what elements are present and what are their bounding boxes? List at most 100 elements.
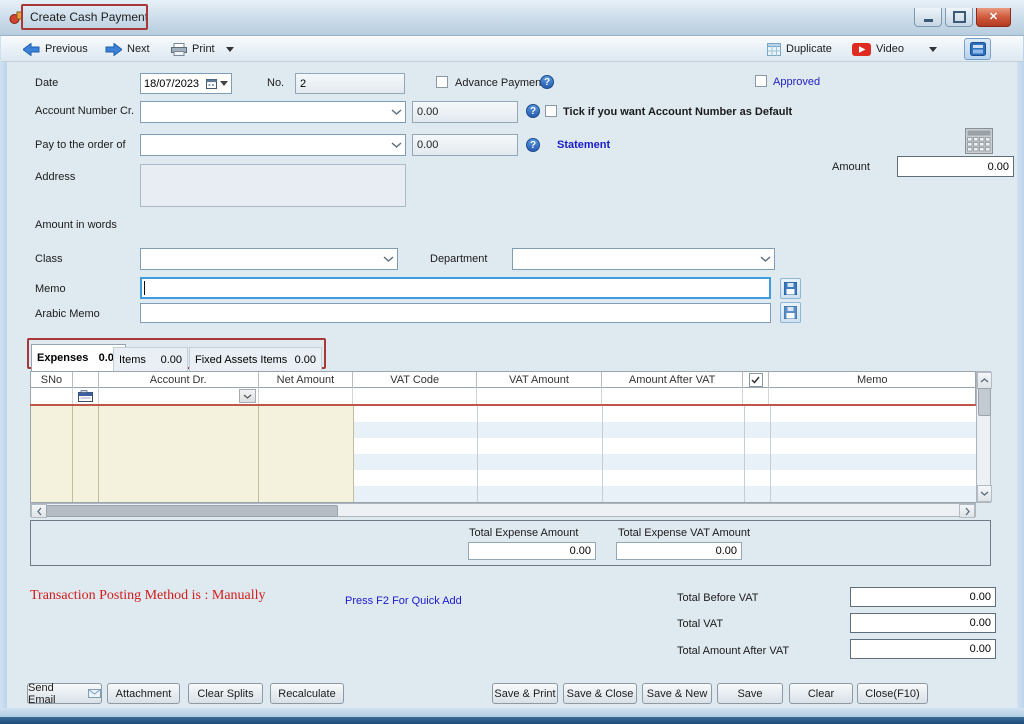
approved-checkbox[interactable]	[755, 75, 767, 87]
total-vat-input[interactable]	[850, 613, 996, 633]
video-dropdown-icon[interactable]	[929, 40, 937, 58]
advance-payment-help-icon[interactable]: ?	[540, 75, 554, 89]
grid-cell[interactable]	[31, 406, 73, 422]
grid-cell[interactable]	[259, 470, 354, 486]
statement-link[interactable]: Statement	[557, 139, 610, 151]
horizontal-scrollbar[interactable]	[30, 503, 976, 517]
grid-cell[interactable]	[99, 486, 259, 502]
account-dropdown-button[interactable]	[239, 389, 256, 403]
grid-cell[interactable]	[602, 388, 744, 404]
grid-cell[interactable]	[603, 486, 745, 502]
next-button[interactable]: Next	[105, 40, 150, 58]
print-dropdown-icon[interactable]	[226, 47, 234, 52]
grid-cell[interactable]	[99, 470, 259, 486]
video-button[interactable]: Video	[852, 40, 904, 58]
tab-expenses[interactable]: Expenses 0.00	[31, 344, 126, 371]
grid-cell[interactable]	[31, 422, 73, 438]
grid-cell[interactable]	[99, 422, 259, 438]
arabic-memo-input[interactable]	[140, 303, 771, 323]
grid-cell[interactable]	[478, 406, 603, 422]
grid-cell[interactable]	[354, 470, 478, 486]
previous-button[interactable]: Previous	[23, 40, 88, 58]
grid-cell[interactable]	[745, 438, 771, 454]
grid-cell[interactable]	[31, 454, 73, 470]
statement-help-icon[interactable]: ?	[526, 138, 540, 152]
advance-payment-checkbox[interactable]	[436, 76, 448, 88]
close-f10-button[interactable]: Close(F10)	[857, 683, 928, 704]
grid-cell[interactable]	[745, 470, 771, 486]
grid-edit-row[interactable]	[30, 388, 976, 404]
minimize-button[interactable]	[914, 8, 942, 27]
grid-cell[interactable]	[771, 454, 977, 470]
grid-cell[interactable]	[771, 438, 977, 454]
grid-cell[interactable]	[603, 454, 745, 470]
grid-cell[interactable]	[31, 438, 73, 454]
grid-cell[interactable]	[73, 470, 99, 486]
account-number-combobox[interactable]	[140, 101, 406, 123]
grid-cell[interactable]	[478, 438, 603, 454]
grid-cell[interactable]	[99, 438, 259, 454]
grid-cell[interactable]	[73, 454, 99, 470]
recalculate-button[interactable]: Recalculate	[270, 683, 344, 704]
grid-cell[interactable]	[354, 438, 478, 454]
no-input[interactable]	[295, 73, 405, 94]
grid-cell[interactable]	[354, 486, 478, 502]
grid-cell[interactable]	[354, 406, 478, 422]
select-all-checkbox[interactable]	[749, 373, 763, 387]
grid-cell[interactable]	[477, 388, 602, 404]
grid-cell[interactable]	[745, 454, 771, 470]
grid-cell[interactable]	[73, 486, 99, 502]
grid-cell[interactable]	[31, 470, 73, 486]
date-dropdown-icon[interactable]	[220, 81, 228, 86]
tab-fixed-assets-items[interactable]: Fixed Assets Items 0.00	[189, 347, 322, 371]
grid-cell[interactable]	[771, 486, 977, 502]
send-email-button[interactable]: Send Email	[27, 683, 102, 704]
total-expense-amount-input[interactable]	[468, 542, 596, 560]
grid-cell[interactable]	[478, 470, 603, 486]
grid-cell[interactable]	[769, 388, 975, 404]
grid-cell[interactable]	[259, 438, 354, 454]
clear-button[interactable]: Clear	[789, 683, 853, 704]
grid-cell[interactable]	[478, 422, 603, 438]
total-expense-vat-input[interactable]	[616, 542, 742, 560]
grid-cell[interactable]	[73, 406, 99, 422]
grid-cell[interactable]	[745, 406, 771, 422]
pay-to-combobox[interactable]	[140, 134, 406, 156]
account-number-help-icon[interactable]: ?	[526, 104, 540, 118]
account-default-checkbox[interactable]	[545, 105, 557, 117]
scrollbar-thumb[interactable]	[978, 388, 991, 416]
class-combobox[interactable]	[140, 248, 398, 270]
grid-cell[interactable]	[743, 388, 769, 404]
grid-cell-account-dr[interactable]	[99, 388, 259, 404]
total-before-vat-input[interactable]	[850, 587, 996, 607]
grid-cell[interactable]	[771, 470, 977, 486]
grid-cell[interactable]	[73, 422, 99, 438]
clear-splits-button[interactable]: Clear Splits	[188, 683, 263, 704]
total-amount-after-vat-input[interactable]	[850, 639, 996, 659]
scrollbar-thumb[interactable]	[46, 505, 338, 517]
vertical-scrollbar[interactable]	[976, 371, 991, 503]
duplicate-button[interactable]: Duplicate	[767, 40, 832, 58]
grid-cell[interactable]	[259, 388, 354, 404]
close-button[interactable]: ✕	[976, 8, 1011, 27]
grid-cell[interactable]	[745, 422, 771, 438]
address-textarea[interactable]	[140, 164, 406, 207]
grid-cell[interactable]	[259, 406, 354, 422]
print-button[interactable]: Print	[171, 40, 234, 58]
grid-cell[interactable]	[603, 422, 745, 438]
scroll-up-button[interactable]	[977, 372, 992, 389]
grid-cell[interactable]	[478, 486, 603, 502]
grid-cell[interactable]	[99, 454, 259, 470]
grid-cell[interactable]	[73, 388, 99, 404]
grid-cell[interactable]	[31, 388, 73, 404]
grid-cell[interactable]	[745, 486, 771, 502]
save-new-button[interactable]: Save & New	[642, 683, 712, 704]
calculator-icon[interactable]	[965, 128, 993, 154]
amount-input[interactable]	[897, 156, 1014, 177]
grid-cell[interactable]	[603, 470, 745, 486]
department-combobox[interactable]	[512, 248, 775, 270]
grid-cell[interactable]	[259, 486, 354, 502]
grid-cell[interactable]	[259, 422, 354, 438]
maximize-button[interactable]	[945, 8, 973, 27]
grid-cell[interactable]	[603, 406, 745, 422]
